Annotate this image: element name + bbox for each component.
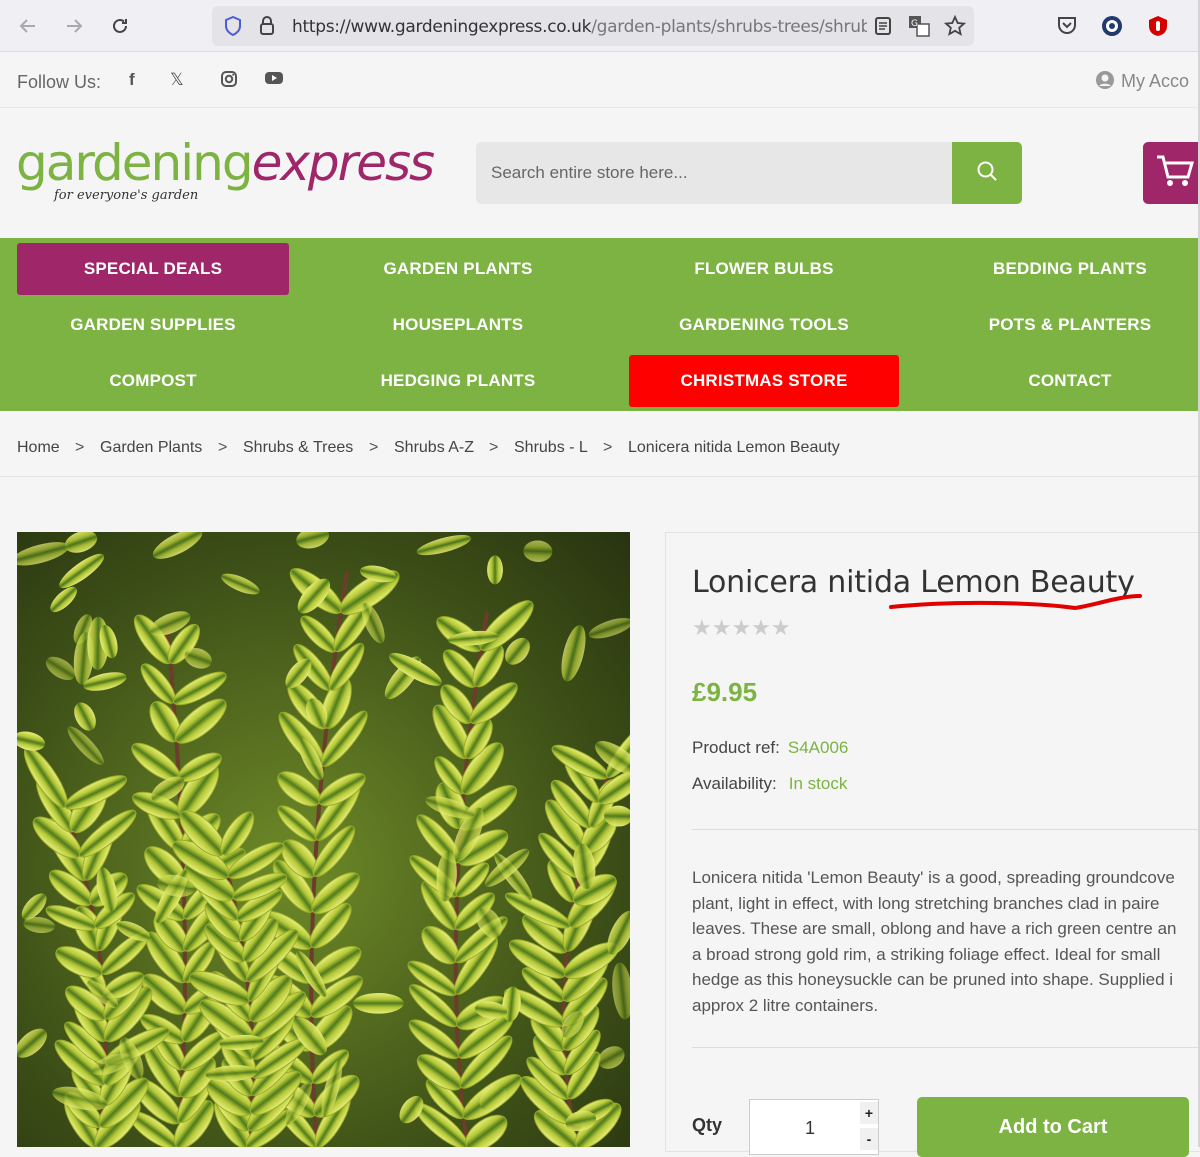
search-icon: [975, 159, 999, 188]
top-bar: Follow Us: f 𝕏 My Acco: [0, 52, 1200, 108]
breadcrumb-shrubs-l[interactable]: Shrubs - L: [514, 439, 588, 457]
site-logo[interactable]: gardeningexpress: [16, 134, 435, 192]
nav-hedging-plants[interactable]: HEDGING PLANTS: [322, 355, 594, 407]
bookmark-star-icon[interactable]: [943, 14, 967, 42]
product-availability: Availability: In stock: [692, 774, 848, 793]
extension-icon[interactable]: [1100, 14, 1124, 43]
product-description: Lonicera nitida 'Lemon Beauty' is a good…: [692, 868, 1177, 1015]
url-text: https://www.gardeningexpress.co.uk/garde…: [292, 17, 867, 37]
product-price: £9.95: [692, 677, 758, 707]
breadcrumb-shrubs-a-z[interactable]: Shrubs A-Z: [394, 439, 474, 457]
nav-pots-planters[interactable]: POTS & PLANTERS: [934, 299, 1200, 351]
nav-special-deals[interactable]: SPECIAL DEALS: [17, 243, 289, 295]
youtube-icon[interactable]: [264, 70, 284, 91]
divider: [692, 1047, 1200, 1048]
main-navigation: SPECIAL DEALS GARDEN PLANTS FLOWER BULBS…: [0, 238, 1200, 411]
nav-compost[interactable]: COMPOST: [17, 355, 289, 407]
rating-stars[interactable]: ★★★★★: [692, 615, 791, 641]
nav-garden-plants[interactable]: GARDEN PLANTS: [322, 243, 594, 295]
lock-icon: [258, 15, 276, 42]
breadcrumb-separator: >: [218, 439, 228, 456]
shield-icon: [224, 15, 242, 41]
search-input[interactable]: Search entire store here...: [476, 142, 1022, 204]
nav-bedding-plants[interactable]: BEDDING PLANTS: [934, 243, 1200, 295]
breadcrumb-shrubs-trees[interactable]: Shrubs & Trees: [243, 439, 353, 457]
svg-text:G: G: [911, 19, 918, 29]
qty-input[interactable]: 1: [805, 1118, 815, 1139]
product-image[interactable]: [17, 532, 630, 1147]
divider: [692, 829, 1200, 830]
forward-arrow-icon[interactable]: [58, 10, 90, 42]
product-title: Lonicera nitida Lemon Beauty: [692, 565, 1135, 600]
breadcrumb-garden-plants[interactable]: Garden Plants: [100, 439, 202, 457]
browser-toolbar: https://www.gardeningexpress.co.uk/garde…: [0, 0, 1200, 52]
cart-icon: [1155, 153, 1195, 194]
nav-flower-bulbs[interactable]: FLOWER BULBS: [628, 243, 900, 295]
breadcrumb-separator: >: [603, 439, 613, 456]
nav-christmas-store[interactable]: CHRISTMAS STORE: [629, 355, 899, 407]
pocket-icon[interactable]: [1056, 14, 1078, 41]
instagram-icon[interactable]: [220, 70, 238, 93]
breadcrumb: Home > Garden Plants > Shrubs & Trees > …: [0, 411, 1200, 477]
nav-houseplants[interactable]: HOUSEPLANTS: [322, 299, 594, 351]
search-button[interactable]: [952, 142, 1022, 204]
breadcrumb-separator: >: [489, 439, 499, 456]
back-arrow-icon[interactable]: [12, 10, 44, 42]
add-to-cart-button[interactable]: Add to Cart: [917, 1097, 1189, 1157]
reader-view-icon[interactable]: [874, 16, 892, 41]
site-header: gardeningexpress for everyone's garden S…: [0, 108, 1200, 238]
nav-gardening-tools[interactable]: GARDENING TOOLS: [628, 299, 900, 351]
qty-label: Qty: [692, 1115, 723, 1135]
reload-icon[interactable]: [104, 10, 136, 42]
x-twitter-icon[interactable]: 𝕏: [170, 70, 184, 90]
nav-contact[interactable]: CONTACT: [934, 355, 1200, 407]
breadcrumb-separator: >: [75, 439, 85, 456]
product-ref: Product ref: S4A006: [692, 738, 849, 757]
breadcrumb-current: Lonicera nitida Lemon Beauty: [628, 439, 840, 456]
search-placeholder: Search entire store here...: [491, 163, 688, 182]
breadcrumb-home[interactable]: Home: [17, 439, 60, 457]
follow-us-label: Follow Us:: [17, 72, 102, 92]
product-info-panel: Lonicera nitida Lemon Beauty ★★★★★ £9.95…: [665, 532, 1200, 1157]
translate-icon[interactable]: G: [908, 15, 930, 42]
breadcrumb-separator: >: [369, 439, 379, 456]
qty-increase-button[interactable]: +: [860, 1102, 878, 1124]
address-bar[interactable]: https://www.gardeningexpress.co.uk/garde…: [212, 6, 974, 46]
my-account-link[interactable]: My Acco: [1095, 70, 1189, 95]
cart-button[interactable]: [1143, 142, 1200, 204]
logo-tagline: for everyone's garden: [54, 188, 199, 203]
nav-garden-supplies[interactable]: GARDEN SUPPLIES: [17, 299, 289, 351]
user-circle-icon: [1095, 70, 1115, 95]
facebook-icon[interactable]: f: [129, 70, 135, 90]
ublock-icon[interactable]: [1146, 14, 1170, 43]
